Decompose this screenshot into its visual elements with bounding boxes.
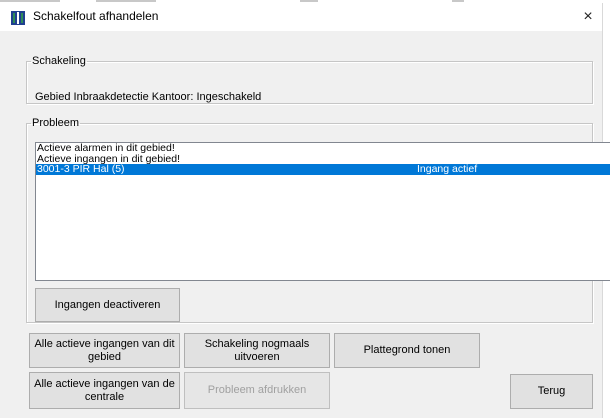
close-button[interactable]: × [575,5,601,29]
list-item-detail: Ingang actief [417,163,478,175]
all-area-inputs-button[interactable]: Alle actieve ingangen van dit gebied [29,333,180,368]
app-icon [11,11,25,25]
dialog-window: Schakelfout afhandelen × Schakeling Gebi… [0,3,610,418]
schakeling-group: Schakeling Gebied Inbraakdetectie Kantoo… [26,55,593,104]
print-problem-button[interactable]: Probleem afdrukken [184,372,330,409]
probleem-group: Probleem Actieve alarmen in dit gebied! … [26,117,610,323]
title-bar: Schakelfout afhandelen × [0,3,602,31]
schakeling-legend: Schakeling [32,55,86,67]
window-title: Schakelfout afhandelen [33,9,159,23]
list-item-selected[interactable]: 3001-3 PIR Hal (5) Ingang actief [36,164,610,175]
all-central-inputs-button[interactable]: Alle actieve ingangen van de centrale [29,372,180,409]
schakeling-status: Gebied Inbraakdetectie Kantoor: Ingescha… [35,91,262,103]
rerun-switching-button[interactable]: Schakeling nogmaals uitvoeren [184,333,330,368]
list-item-text: 3001-3 PIR Hal (5) [37,163,125,175]
probleem-legend: Probleem [32,117,80,129]
back-button[interactable]: Terug [510,374,593,409]
show-floorplan-button[interactable]: Plattegrond tonen [334,333,480,368]
problem-listbox[interactable]: Actieve alarmen in dit gebied! Actieve i… [35,142,610,281]
deactivate-inputs-button[interactable]: Ingangen deactiveren [35,288,180,322]
